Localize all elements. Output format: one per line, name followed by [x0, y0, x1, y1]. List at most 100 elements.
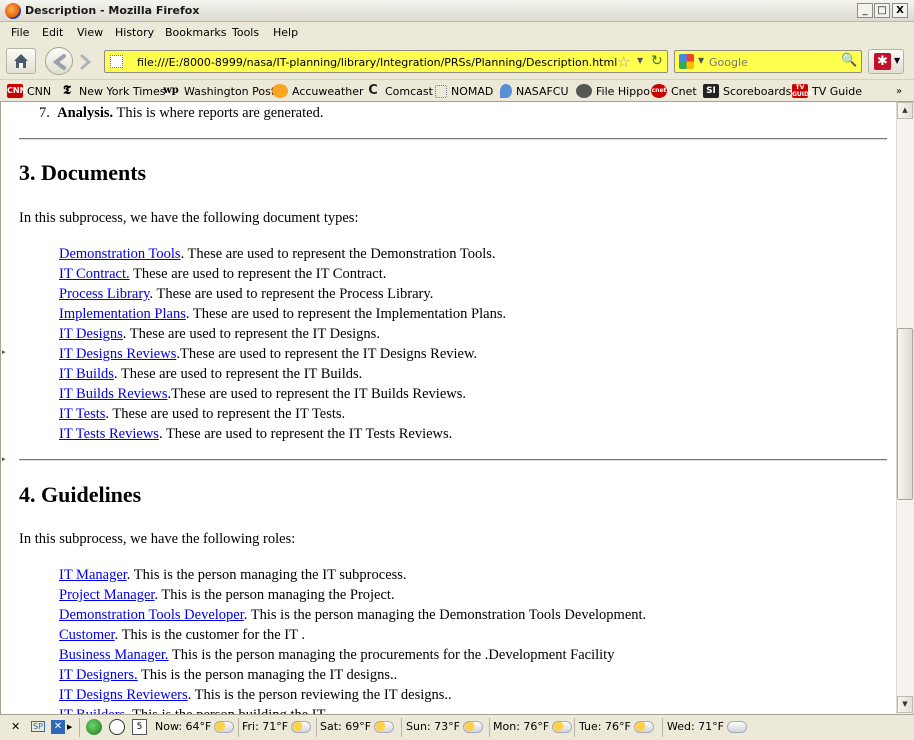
calendar-icon[interactable]: 5 [132, 719, 147, 735]
minimize-button[interactable]: _ [857, 3, 873, 18]
home-icon [14, 54, 28, 68]
scroll-up-icon[interactable]: ▲ [897, 102, 913, 119]
menu-view[interactable]: View [77, 26, 103, 39]
item-link[interactable]: IT Builds Reviews [59, 386, 167, 402]
item-link[interactable]: IT Builds [59, 366, 114, 382]
section-heading-documents: 3. Documents [19, 160, 147, 185]
reload-icon[interactable]: ↻ [651, 53, 663, 69]
vertical-scrollbar[interactable]: ▲ ▼ [896, 102, 913, 714]
bookmark-comcast[interactable]: C Comcast [365, 83, 433, 99]
sidebar-grip-icon[interactable]: ▸ [2, 348, 6, 360]
item-link[interactable]: IT Tests [59, 406, 105, 422]
bookmark-tv-guide[interactable]: TV GUIDE TV Guide [792, 83, 862, 99]
item-link[interactable]: IT Builders [59, 707, 125, 714]
sp-icon[interactable]: SP [31, 721, 45, 732]
item-link[interactable]: IT Manager [59, 567, 127, 583]
back-button[interactable] [45, 47, 73, 75]
xmarks-dropdown-icon[interactable]: ▶ [67, 723, 72, 731]
bookmark-washington-post[interactable]: wp Washington Post [162, 83, 275, 99]
bookmark-label: File Hippo [596, 84, 650, 98]
search-input[interactable] [709, 54, 839, 70]
search-bar[interactable]: ▼ 🔍 [674, 50, 862, 73]
weather-fri[interactable]: Fri: 71°F [242, 720, 312, 733]
menu-bar: File Edit View History Bookmarks Tools H… [0, 22, 914, 42]
search-icon[interactable]: 🔍 [841, 53, 857, 68]
item-link[interactable]: Implementation Plans [59, 306, 186, 322]
item-link[interactable]: IT Designs Reviews [59, 346, 176, 362]
list-item-text: This is where reports are generated. [113, 105, 324, 121]
bookmark-new-york-times[interactable]: 𝕿 New York Times [59, 83, 166, 99]
menu-history[interactable]: History [115, 26, 154, 39]
search-engine-dropdown-icon[interactable]: ▼ [698, 56, 704, 65]
bookmarks-overflow-icon[interactable]: » [896, 83, 902, 99]
item-link[interactable]: IT Designers. [59, 667, 138, 683]
weather-mon[interactable]: Mon: 76°F [493, 720, 573, 733]
menu-tools[interactable]: Tools [232, 26, 259, 39]
status-green-icon[interactable] [86, 719, 102, 735]
weather-label: Mon: 76°F [493, 720, 550, 733]
weather-wed[interactable]: Wed: 71°F [667, 720, 748, 733]
item-description: . This is the person reviewing the IT de… [187, 687, 452, 703]
close-button[interactable]: X [892, 3, 908, 18]
status-separator [574, 718, 575, 737]
bookmark-nasafcu[interactable]: NASAFCU [500, 83, 569, 99]
item-link[interactable]: Demonstration Tools [59, 246, 181, 262]
google-engine-icon[interactable] [679, 54, 694, 69]
menu-bookmarks[interactable]: Bookmarks [165, 26, 226, 39]
menu-edit[interactable]: Edit [42, 26, 63, 39]
item-description: .These are used to represent the IT Desi… [176, 346, 478, 362]
bookmark-file-hippo[interactable]: File Hippo [576, 83, 650, 99]
item-link[interactable]: Project Manager [59, 587, 154, 603]
url-text[interactable]: file:///E:/8000-8999/nasa/IT-planning/li… [137, 56, 617, 69]
weather-now[interactable]: Now: 64°F [155, 720, 235, 733]
cnet-icon: cnet [651, 84, 667, 98]
bookmark-accuweather[interactable]: Accuweather [272, 83, 363, 99]
maximize-button[interactable]: □ [874, 3, 890, 18]
menu-file[interactable]: File [11, 26, 29, 39]
list-item: Implementation Plans. These are used to … [59, 304, 506, 324]
status-separator [401, 718, 402, 737]
sidebar-grip-icon[interactable]: ▸ [2, 455, 6, 467]
wp-icon: wp [163, 85, 179, 96]
list-item-analysis: 7. Analysis. This is where reports are g… [39, 105, 323, 122]
item-link[interactable]: Business Manager. [59, 647, 169, 663]
bookmark-scoreboards[interactable]: SI Scoreboards [703, 83, 791, 99]
weather-tue[interactable]: Tue: 76°F [579, 720, 654, 733]
forward-button[interactable] [76, 53, 96, 74]
item-link[interactable]: IT Designs Reviewers [59, 687, 188, 703]
item-description: These are used to represent the IT Contr… [129, 266, 387, 282]
addon-menu-button[interactable]: ✱ ▼ [868, 49, 904, 74]
address-bar[interactable]: file:///E:/8000-8999/nasa/IT-planning/li… [104, 50, 668, 73]
scrollbar-thumb[interactable] [897, 328, 913, 500]
navigation-toolbar: file:///E:/8000-8999/nasa/IT-planning/li… [0, 42, 914, 80]
list-item: IT Builds Reviews.These are used to repr… [59, 384, 506, 404]
menu-help[interactable]: Help [273, 26, 298, 39]
bookmark-star-icon[interactable]: ☆ [617, 53, 630, 71]
url-history-dropdown-icon[interactable]: ▼ [637, 56, 643, 65]
item-link[interactable]: IT Tests Reviews [59, 426, 159, 442]
xmarks-icon[interactable]: ✕ [51, 720, 65, 734]
page-viewport: 7. Analysis. This is where reports are g… [0, 102, 896, 714]
document-types-list: Demonstration Tools. These are used to r… [59, 244, 506, 444]
close-statusbar-icon[interactable]: ✕ [11, 720, 20, 733]
bookmark-cnet[interactable]: cnet Cnet [651, 83, 697, 99]
item-link[interactable]: Customer [59, 627, 115, 643]
item-link[interactable]: IT Designs [59, 326, 123, 342]
section-intro: In this subprocess, we have the followin… [19, 210, 359, 226]
list-item: Business Manager. This is the person man… [59, 645, 646, 665]
home-button[interactable] [6, 48, 36, 74]
scroll-down-icon[interactable]: ▼ [897, 696, 913, 713]
weather-label: Sat: 69°F [320, 720, 372, 733]
comcast-icon: C [368, 83, 378, 98]
item-link[interactable]: Demonstration Tools Developer [59, 607, 244, 623]
item-link[interactable]: IT Contract. [59, 266, 130, 282]
list-item: IT Tests. These are used to represent th… [59, 404, 506, 424]
bookmark-nomad[interactable]: NOMAD [435, 83, 493, 99]
clock-icon[interactable] [109, 719, 125, 735]
bookmark-label: CNN [27, 84, 52, 98]
weather-sat[interactable]: Sat: 69°F [320, 720, 395, 733]
item-link[interactable]: Process Library [59, 286, 149, 302]
weather-sun[interactable]: Sun: 73°F [406, 720, 483, 733]
bookmark-cnn[interactable]: CNN CNN [7, 83, 51, 99]
list-item-title: Analysis. [57, 105, 114, 121]
